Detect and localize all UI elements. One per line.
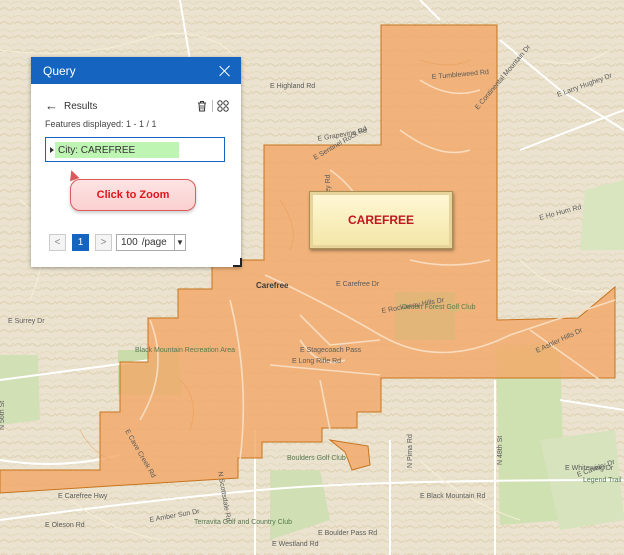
road-label: E Boulder Pass Rd [318, 530, 377, 537]
prev-page-button[interactable]: < [49, 234, 66, 251]
pagination: < 1 > 100 /page ▼ [49, 234, 186, 251]
back-arrow-icon[interactable]: ← [45, 99, 58, 112]
result-item-label: City: CAREFREE [58, 144, 136, 156]
grid-icon[interactable] [217, 100, 229, 112]
query-title: Query [43, 63, 76, 78]
query-header: Query [31, 57, 241, 84]
road-label: E Long Rifle Rd [292, 358, 341, 365]
road-label: E Oleson Rd [45, 522, 85, 529]
resize-handle[interactable] [233, 258, 242, 267]
callout-text: Click to Zoom [96, 189, 170, 201]
features-displayed: Features displayed: 1 - 1 / 1 [45, 119, 157, 129]
query-widget: Query ← Results Features displayed: 1 - … [31, 57, 241, 267]
road-label: E Surrey Dr [8, 318, 45, 325]
road-label: E Carefree Hwy [58, 493, 108, 500]
per-page-select[interactable]: 100 /page ▼ [116, 234, 186, 251]
zoom-callout: Click to Zoom [70, 179, 196, 211]
close-icon[interactable] [219, 65, 231, 77]
chevron-down-icon[interactable]: ▼ [174, 235, 185, 250]
road-label: E Westland Rd [272, 541, 319, 548]
current-page-button[interactable]: 1 [72, 234, 89, 251]
per-page-unit: /page [141, 237, 167, 248]
place-label: Desert Forest Golf Club [402, 304, 476, 311]
result-item-highlight[interactable]: City: CAREFREE [50, 142, 179, 158]
per-page-value: 100 [121, 237, 138, 248]
road-label: N 48th St [497, 436, 504, 465]
caret-right-icon[interactable] [50, 147, 54, 153]
results-row: ← Results [45, 99, 229, 113]
place-label: Terravita Golf and Country Club [194, 519, 292, 526]
city-name-label: Carefree [256, 281, 289, 290]
road-label: N 56th St [0, 401, 6, 430]
trash-icon[interactable] [196, 100, 208, 112]
road-label: N Pima Rd [407, 434, 414, 468]
results-tools [196, 100, 229, 112]
road-label: E Highland Rd [270, 83, 315, 90]
tool-separator [212, 100, 213, 112]
results-label: Results [64, 100, 98, 112]
feature-label: CAREFREE [347, 213, 414, 227]
result-item[interactable]: City: CAREFREE [45, 137, 225, 162]
feature-label-box: CAREFREE [309, 191, 453, 249]
place-label: Boulders Golf Club [287, 455, 346, 462]
place-label: Black Mountain Recreation Area [135, 347, 235, 354]
road-label: E Carefree Dr [336, 281, 380, 288]
next-page-button[interactable]: > [95, 234, 112, 251]
road-label: E Black Mountain Rd [420, 493, 485, 500]
road-label: E Stagecoach Pass [300, 347, 362, 354]
place-label: Legend Trail Golf Club [583, 477, 624, 484]
